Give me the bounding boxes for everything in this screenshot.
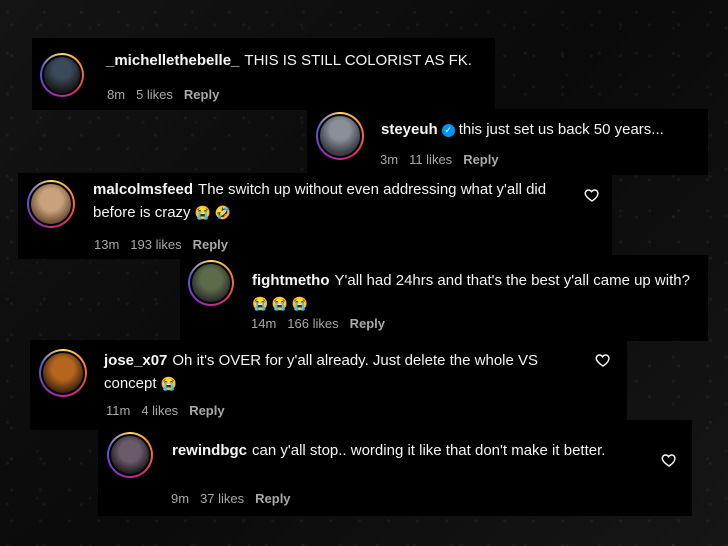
- comment-likes[interactable]: 193 likes: [130, 237, 181, 252]
- comment-likes[interactable]: 37 likes: [200, 491, 244, 506]
- comment-time: 3m: [380, 152, 399, 167]
- reply-button[interactable]: Reply: [463, 152, 498, 167]
- comment-card: malcolmsfeed The switch up without even a…: [18, 173, 612, 259]
- avatar[interactable]: [316, 112, 364, 160]
- comment-meta: 8m 5 likes Reply: [107, 87, 230, 102]
- comment-username[interactable]: steyeuh: [381, 121, 438, 138]
- comment-emojis: 😭 🤣: [194, 205, 231, 220]
- comment-likes[interactable]: 5 likes: [136, 87, 173, 102]
- verified-badge-icon: ✓: [441, 124, 455, 137]
- comment-meta: 9m 37 likes Reply: [171, 491, 302, 506]
- comment-card: jose_x07 Oh it's OVER for y'all already. …: [30, 340, 627, 430]
- comment-text: rewindbgc can y'all stop.. wording it lik…: [172, 439, 632, 462]
- comment-text: malcolmsfeed The switch up without even a…: [93, 178, 563, 224]
- comment-body: this just set us back 50 years...: [458, 121, 664, 138]
- comment-username[interactable]: jose_x07: [104, 352, 167, 369]
- comment-username[interactable]: rewindbgc: [172, 442, 247, 459]
- comment-time: 9m: [171, 491, 190, 506]
- comment-time: 13m: [94, 237, 120, 252]
- comment-meta: 3m 11 likes Reply: [380, 152, 510, 167]
- comment-emojis: 😭 😭 😭: [252, 296, 308, 311]
- comment-likes[interactable]: 11 likes: [409, 152, 452, 167]
- comment-time: 14m: [251, 316, 277, 331]
- comment-card: rewindbgc can y'all stop.. wording it lik…: [98, 420, 692, 516]
- comment-meta: 13m 193 likes Reply: [94, 237, 239, 252]
- comment-body: Y'all had 24hrs and that's the best y'al…: [334, 272, 690, 289]
- avatar[interactable]: [40, 53, 84, 97]
- comment-time: 8m: [107, 87, 126, 102]
- avatar[interactable]: [27, 180, 75, 228]
- comment-username[interactable]: malcolmsfeed: [93, 181, 193, 198]
- comment-username[interactable]: fightmetho: [252, 272, 329, 289]
- reply-button[interactable]: Reply: [350, 316, 385, 331]
- heart-outline-icon[interactable]: [595, 352, 611, 368]
- comment-likes[interactable]: 4 likes: [141, 403, 178, 418]
- heart-outline-icon[interactable]: [584, 187, 600, 203]
- reply-button[interactable]: Reply: [184, 87, 219, 102]
- comment-text: fightmetho Y'all had 24hrs and that's the…: [252, 269, 704, 315]
- comment-meta: 14m 166 likes Reply: [251, 316, 396, 331]
- heart-outline-icon[interactable]: [661, 452, 677, 468]
- avatar[interactable]: [107, 432, 153, 478]
- avatar[interactable]: [39, 349, 87, 397]
- comment-text: steyeuh ✓ this just set us back 50 years..…: [381, 118, 701, 141]
- comment-text: _michellethebelle_ THIS IS STILL COLORIST…: [106, 49, 486, 72]
- reply-button[interactable]: Reply: [255, 491, 290, 506]
- comment-meta: 11m 4 likes Reply: [106, 403, 236, 418]
- comment-card: _michellethebelle_ THIS IS STILL COLORIST…: [32, 38, 495, 110]
- reply-button[interactable]: Reply: [193, 237, 228, 252]
- reply-button[interactable]: Reply: [189, 403, 224, 418]
- avatar[interactable]: [188, 260, 234, 306]
- comment-card: fightmetho Y'all had 24hrs and that's the…: [180, 255, 708, 341]
- comment-likes[interactable]: 166 likes: [287, 316, 338, 331]
- comment-body: can y'all stop.. wording it like that do…: [252, 442, 606, 459]
- comment-emojis: 😭: [160, 376, 177, 391]
- comment-username[interactable]: _michellethebelle_: [106, 52, 239, 69]
- comment-card: steyeuh ✓ this just set us back 50 years..…: [307, 109, 708, 175]
- comment-time: 11m: [106, 403, 131, 418]
- comment-text: jose_x07 Oh it's OVER for y'all already. …: [104, 349, 574, 395]
- comment-body: THIS IS STILL COLORIST AS FK.: [244, 52, 472, 69]
